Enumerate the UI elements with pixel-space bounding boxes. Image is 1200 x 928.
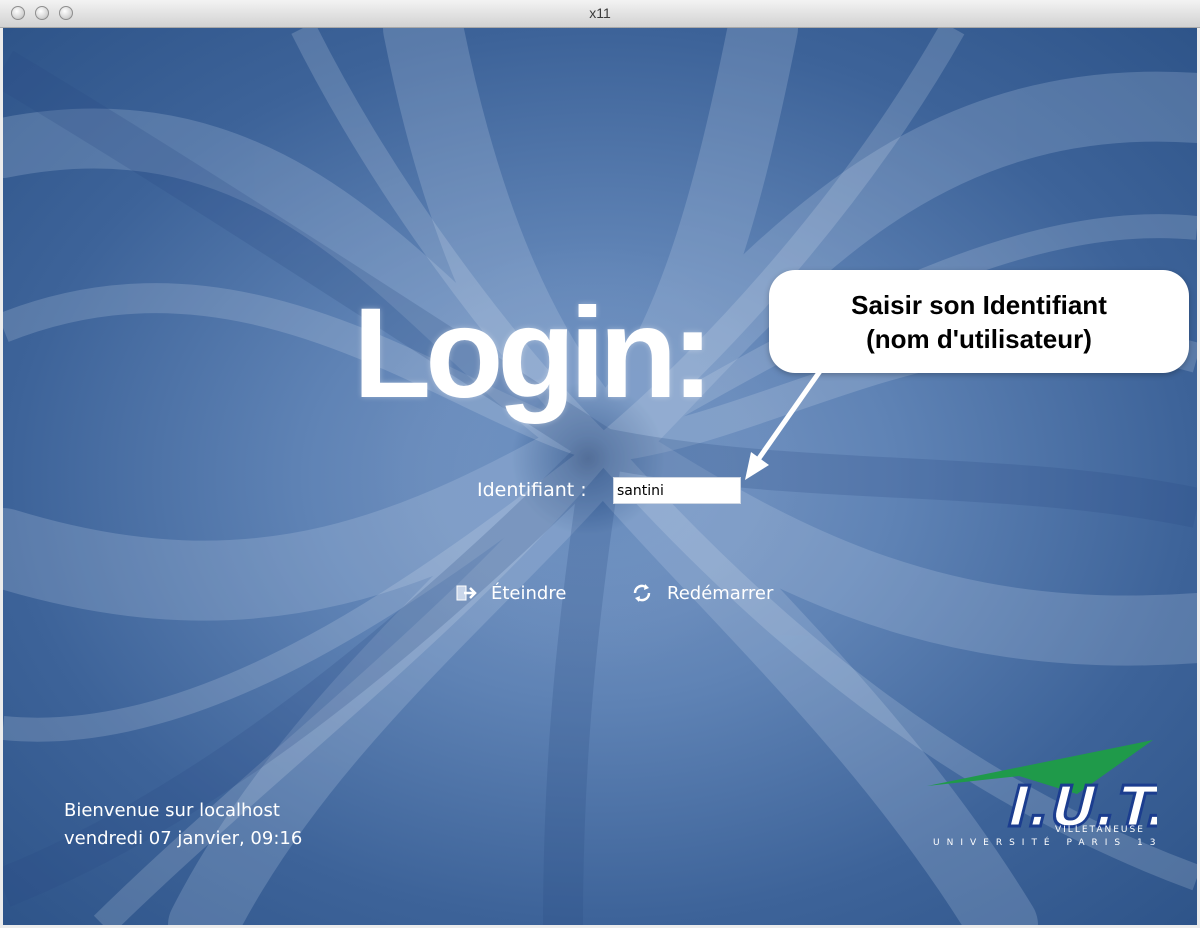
callout-arrow: [745, 342, 842, 480]
x11-window: x11 Login: Identifiant: santini Éteindr…: [0, 0, 1200, 928]
window-title: x11: [589, 5, 611, 21]
window-titlebar[interactable]: x11: [0, 0, 1200, 28]
login-screen: Login: Identifiant : Éteindre R: [3, 28, 1197, 925]
